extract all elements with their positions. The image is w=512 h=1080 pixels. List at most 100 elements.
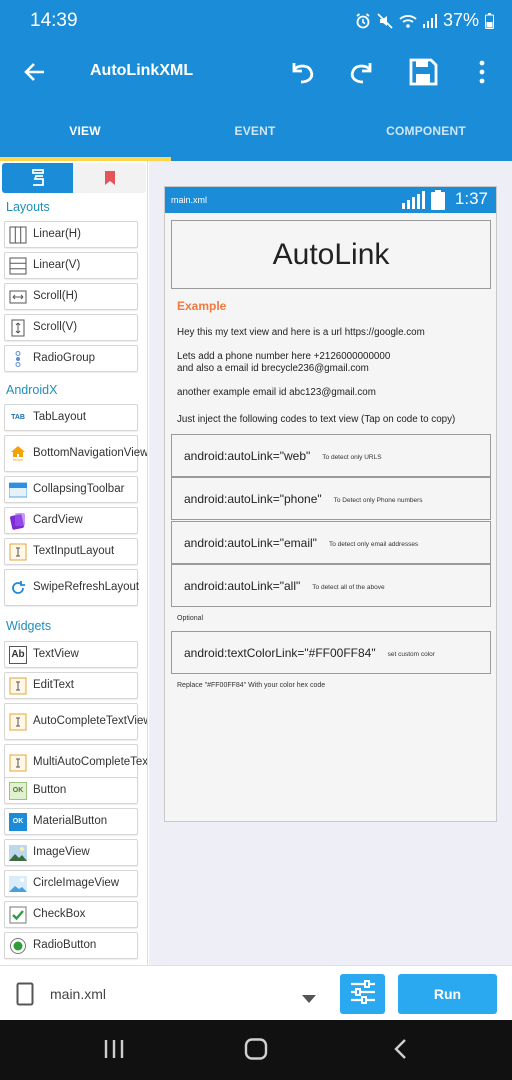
textinputlayout-icon [9,543,27,561]
save-icon[interactable] [408,57,438,92]
home-icon-text: Home [12,456,24,462]
bottom-navigation-icon: Home [9,445,27,463]
palette-item-cardview[interactable]: CardView [4,507,138,534]
palette-item-bottomnavigationview[interactable]: Home BottomNavigationView [4,435,147,472]
palette-bookmark-toggle[interactable] [73,163,146,193]
palette-item-label: Linear(H) [33,228,81,240]
palette-item-imageview[interactable]: ImageView [4,839,138,866]
palette-item-circleimageview[interactable]: CircleImageView [4,870,138,897]
back-arrow-icon[interactable] [22,59,48,90]
code-autolink-all[interactable]: android:autoLink="all" To detect all of … [171,564,491,607]
palette-item-collapsingtoolbar[interactable]: CollapsingToolbar [4,476,138,503]
circle-imageview-icon [9,875,27,893]
status-bar: 14:39 37% [0,0,512,42]
tablayout-icon: TAB [11,414,25,421]
code-text: android:autoLink="phone" [184,491,322,506]
palette-item-label: AutoCompleteTextView [33,715,148,727]
palette-item-button[interactable]: OK Button [4,777,138,804]
inject-instructions: Just inject the following codes to text … [177,414,456,425]
wifi-icon [399,13,417,29]
palette-item-label: BottomNavigationView [33,447,148,459]
chevron-down-icon[interactable] [302,990,316,1008]
palette-item-label: ImageView [33,846,90,858]
code-description: To detect all of the above [312,583,385,591]
palette-item-scroll-h[interactable]: Scroll(H) [4,283,138,310]
cardview-icon [9,512,27,530]
device-time: 1:37 [454,189,488,208]
code-text: android:autoLink="email" [184,535,317,550]
palette-item-textview[interactable]: Ab TextView [4,641,138,668]
palette-item-radiobutton[interactable]: RadioButton [4,932,138,959]
palette-item-label: Scroll(H) [33,290,78,302]
palette-item-radiogroup[interactable]: RadioGroup [4,345,138,372]
palette-item-label: MultiAutoCompleteTextView [33,756,148,768]
phone-paragraph-line2: and also a email id brecycle236@gmail.co… [177,363,369,374]
device-status-bar: main.xml 1:37 [165,187,496,213]
tab-view[interactable]: VIEW [0,104,170,161]
url-paragraph: Hey this my text view and here is a url … [177,327,425,338]
palette-item-autocompletetextview[interactable]: AutoCompleteTextView [4,703,147,740]
device-preview: main.xml 1:37 AutoLink Example Hey this … [164,186,497,822]
palette-item-label: Button [33,784,67,796]
palette-item-label: RadioButton [33,939,97,951]
tab-event[interactable]: EVENT [170,104,340,161]
tune-icon [350,979,376,1009]
section-androidx: AndroidX [6,383,58,397]
palette-item-linear-v[interactable]: Linear(V) [4,252,138,279]
swipe-refresh-icon [9,579,27,597]
palette-item-label: Linear(V) [33,259,81,271]
palette-widgets-toggle[interactable] [2,163,73,193]
palette-item-swiperefreshlayout[interactable]: SwipeRefreshLayout [4,569,140,606]
back-icon[interactable] [392,1038,408,1065]
code-description: To detect only URLS [322,453,382,461]
device-signal-icon [402,191,426,214]
palette-item-edittext[interactable]: EditText [4,672,138,699]
palette-item-label: RadioGroup [33,352,96,364]
multi-autocomplete-icon [9,754,27,772]
palette-item-label: EditText [33,679,74,691]
run-button[interactable]: Run [398,974,497,1014]
palette-item-linear-h[interactable]: Linear(H) [4,221,138,248]
code-autolink-phone[interactable]: android:autoLink="phone" To Detect only … [171,477,491,520]
undo-icon[interactable] [286,57,318,92]
palette-item-checkbox[interactable]: CheckBox [4,901,138,928]
palette-item-multiautocompletetextview[interactable]: MultiAutoCompleteTextView [4,744,147,781]
alarm-icon [355,12,371,29]
recent-apps-icon[interactable] [103,1038,125,1065]
phone-paragraph-line1: Lets add a phone number here +2126000000… [177,351,391,362]
system-nav-bar [0,1020,512,1080]
palette-item-materialbutton[interactable]: OK MaterialButton [4,808,138,835]
code-text-color-link[interactable]: android:textColorLink="#FF00FF84" set cu… [171,631,491,674]
imageview-icon [9,844,27,862]
palette-item-label: TextView [33,648,79,660]
scroll-horizontal-icon [9,288,27,306]
example-label: Example [177,299,227,313]
palette-item-scroll-v[interactable]: Scroll(V) [4,314,138,341]
current-file-name[interactable]: main.xml [50,986,106,1002]
settings-tune-button[interactable] [340,974,385,1014]
palette-item-textinputlayout[interactable]: TextInputLayout [4,538,138,565]
palette-item-label: MaterialButton [33,815,108,827]
palette-item-label: SwipeRefreshLayout [33,581,140,593]
checkbox-icon [9,906,27,924]
tab-component[interactable]: COMPONENT [341,104,511,161]
file-icon [16,982,34,1011]
scroll-vertical-icon [9,319,27,337]
material-button-icon: OK [9,812,27,831]
code-autolink-web[interactable]: android:autoLink="web" To detect only UR… [171,434,491,477]
palette-item-label: CircleImageView [33,877,120,889]
home-icon[interactable] [244,1038,268,1065]
code-text: android:autoLink="all" [184,578,301,593]
app-title: AutoLinkXML [90,62,194,79]
redo-icon[interactable] [346,57,378,92]
section-widgets: Widgets [6,619,52,633]
more-menu-icon[interactable] [474,57,490,92]
code-description: set custom color [387,650,435,658]
palette-item-tablayout[interactable]: TAB TabLayout [4,404,138,431]
linear-horizontal-icon [9,226,27,244]
code-autolink-email[interactable]: android:autoLink="email" To detect only … [171,521,491,564]
code-description: To Detect only Phone numbers [333,496,423,504]
palette-item-label: TabLayout [33,411,87,423]
autolink-heading: AutoLink [171,220,491,289]
section-layouts: Layouts [6,200,50,214]
